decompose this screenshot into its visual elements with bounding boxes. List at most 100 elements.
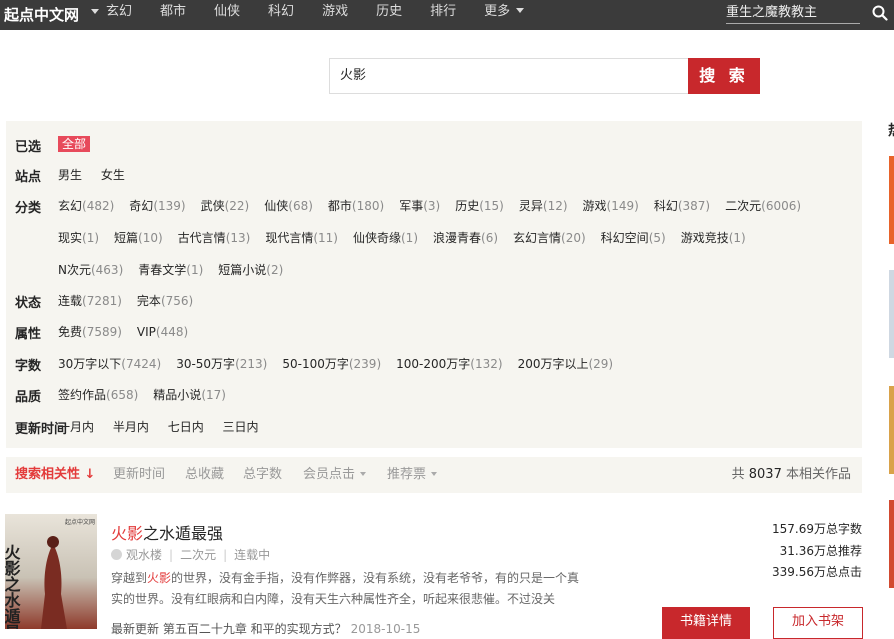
- top-search-input[interactable]: 重生之魔教教主: [726, 2, 860, 24]
- filter-category-count: (149): [606, 199, 639, 213]
- filter-status[interactable]: 连载(7281): [58, 292, 122, 309]
- filter-category[interactable]: 历史(15): [455, 197, 504, 214]
- intro-text: 穿越到: [111, 571, 148, 585]
- selected-tag-all[interactable]: 全部: [58, 136, 91, 152]
- sort-total-fav[interactable]: 总收藏: [185, 457, 224, 493]
- sort-total-words[interactable]: 总字数: [243, 457, 282, 493]
- filter-status-count: (7281): [82, 294, 122, 308]
- filter-category-label: 游戏: [582, 199, 607, 213]
- filter-category-count: (2): [266, 263, 284, 277]
- logo-dropdown-icon[interactable]: [91, 9, 99, 14]
- search-icon[interactable]: [872, 5, 888, 21]
- book-title[interactable]: 火影之水遁最强: [111, 520, 223, 544]
- stat-total-clicks: 339.56万总点击: [772, 565, 862, 579]
- filter-category-count: (1): [186, 263, 204, 277]
- filter-category[interactable]: 武侠(22): [201, 197, 250, 214]
- sidebar-thumb[interactable]: [889, 386, 894, 474]
- filter-category[interactable]: 玄幻言情(20): [513, 229, 586, 246]
- book-category[interactable]: 二次元: [180, 548, 216, 562]
- sidebar-thumb[interactable]: [889, 156, 894, 244]
- site-logo[interactable]: 起点中文网: [4, 4, 79, 25]
- chevron-down-icon: [360, 472, 367, 476]
- filter-update-month[interactable]: 一月内: [58, 418, 94, 435]
- nav-youxi[interactable]: 游戏: [322, 0, 348, 30]
- filter-category[interactable]: 现代言情(11): [265, 229, 338, 246]
- filter-words[interactable]: 30万字以下(7424): [58, 355, 161, 372]
- search-input[interactable]: 火影: [329, 58, 689, 94]
- filter-category-label: 短篇: [114, 231, 139, 245]
- filter-category[interactable]: 短篇小说(2): [218, 261, 283, 278]
- filter-words[interactable]: 200万字以上(29): [518, 355, 614, 372]
- filter-category-count: (5): [648, 231, 666, 245]
- filter-category[interactable]: 浪漫青春(6): [433, 229, 498, 246]
- filter-category[interactable]: 玄幻(482): [58, 197, 114, 214]
- sort-relevance[interactable]: 搜索相关性 ↓: [15, 457, 95, 493]
- filter-words-count: (7424): [121, 357, 162, 371]
- filter-category-count: (1): [728, 231, 746, 245]
- result-total: 共 8037 本相关作品: [732, 457, 851, 493]
- filter-category-label: 武侠: [200, 199, 225, 213]
- filter-site-female[interactable]: 女生: [101, 166, 125, 183]
- filter-category[interactable]: 二次元(6006): [725, 197, 801, 214]
- filter-category[interactable]: 科幻(387): [654, 197, 710, 214]
- sort-member-click[interactable]: 会员点击: [303, 457, 367, 493]
- filter-attr[interactable]: 免费(7589): [58, 323, 122, 340]
- filter-category[interactable]: 科幻空间(5): [601, 229, 666, 246]
- filter-quality[interactable]: 签约作品(658): [58, 386, 138, 403]
- nav-kehuan[interactable]: 科幻: [268, 0, 294, 30]
- filter-category-label: 历史: [455, 199, 480, 213]
- filter-words[interactable]: 30-50万字(213): [176, 355, 267, 372]
- filter-category[interactable]: 军事(3): [399, 197, 440, 214]
- filter-category[interactable]: 短篇(10): [114, 229, 163, 246]
- filter-update-3days[interactable]: 三日内: [223, 418, 259, 435]
- filter-site-male[interactable]: 男生: [58, 166, 82, 183]
- sidebar-thumb[interactable]: [889, 270, 894, 358]
- filter-words[interactable]: 50-100万字(239): [282, 355, 381, 372]
- nav-more[interactable]: 更多: [484, 0, 525, 30]
- sort-update-time[interactable]: 更新时间: [113, 457, 165, 493]
- filter-category[interactable]: 仙侠(68): [264, 197, 313, 214]
- sort-rec-votes[interactable]: 推荐票: [387, 457, 438, 493]
- filter-update-week[interactable]: 七日内: [168, 418, 204, 435]
- filter-attr-label: VIP: [136, 325, 156, 339]
- filter-status[interactable]: 完本(756): [137, 292, 193, 309]
- filter-quality[interactable]: 精品小说(17): [153, 386, 226, 403]
- filter-attr[interactable]: VIP(448): [137, 325, 188, 339]
- sidebar-thumb[interactable]: [889, 500, 894, 588]
- add-to-shelf-button[interactable]: 加入书架: [773, 607, 863, 639]
- filter-label: 已选: [15, 140, 42, 155]
- book-title-rest: 之水遁最强: [143, 524, 224, 543]
- filter-category[interactable]: 仙侠奇缘(1): [353, 229, 418, 246]
- book-detail-button[interactable]: 书籍详情: [662, 607, 750, 639]
- search-button[interactable]: 搜 索: [688, 58, 760, 94]
- filter-category-count: (10): [138, 231, 163, 245]
- filter-words-label: 50-100万字: [282, 357, 349, 371]
- filter-category-label: 都市: [327, 199, 352, 213]
- filter-words[interactable]: 100-200万字(132): [396, 355, 502, 372]
- filter-category-count: (20): [561, 231, 586, 245]
- filter-update-halfmonth[interactable]: 半月内: [113, 418, 149, 435]
- nav-lishi[interactable]: 历史: [376, 0, 402, 30]
- book-title-highlight: 火影: [111, 524, 144, 543]
- filter-category[interactable]: 都市(180): [328, 197, 384, 214]
- filter-category[interactable]: 游戏(149): [583, 197, 639, 214]
- filter-category[interactable]: 游戏竞技(1): [681, 229, 746, 246]
- nav-dushi[interactable]: 都市: [160, 0, 186, 30]
- filter-label: 字数: [15, 359, 42, 374]
- filter-category[interactable]: 现实(1): [58, 229, 99, 246]
- filter-category[interactable]: 灵异(12): [519, 197, 568, 214]
- filter-category[interactable]: 古代言情(13): [178, 229, 251, 246]
- filter-words-label: 200万字以上: [517, 357, 589, 371]
- nav-paihang[interactable]: 排行: [430, 0, 456, 30]
- book-author[interactable]: 观水楼: [126, 548, 162, 562]
- filter-category[interactable]: 奇幻(139): [129, 197, 185, 214]
- filter-category[interactable]: N次元(463): [58, 261, 123, 278]
- nav-xianxia[interactable]: 仙侠: [214, 0, 240, 30]
- sort-member-click-label: 会员点击: [303, 467, 356, 482]
- filter-category-count: (22): [224, 199, 250, 213]
- book-cover[interactable]: 起点中文网 火影之水遁最强: [5, 514, 97, 629]
- filter-category[interactable]: 青春文学(1): [138, 261, 203, 278]
- filter-status-count: (756): [160, 294, 194, 308]
- nav-xuanhuan[interactable]: 玄幻: [106, 0, 132, 30]
- filter-label: 分类: [15, 201, 42, 216]
